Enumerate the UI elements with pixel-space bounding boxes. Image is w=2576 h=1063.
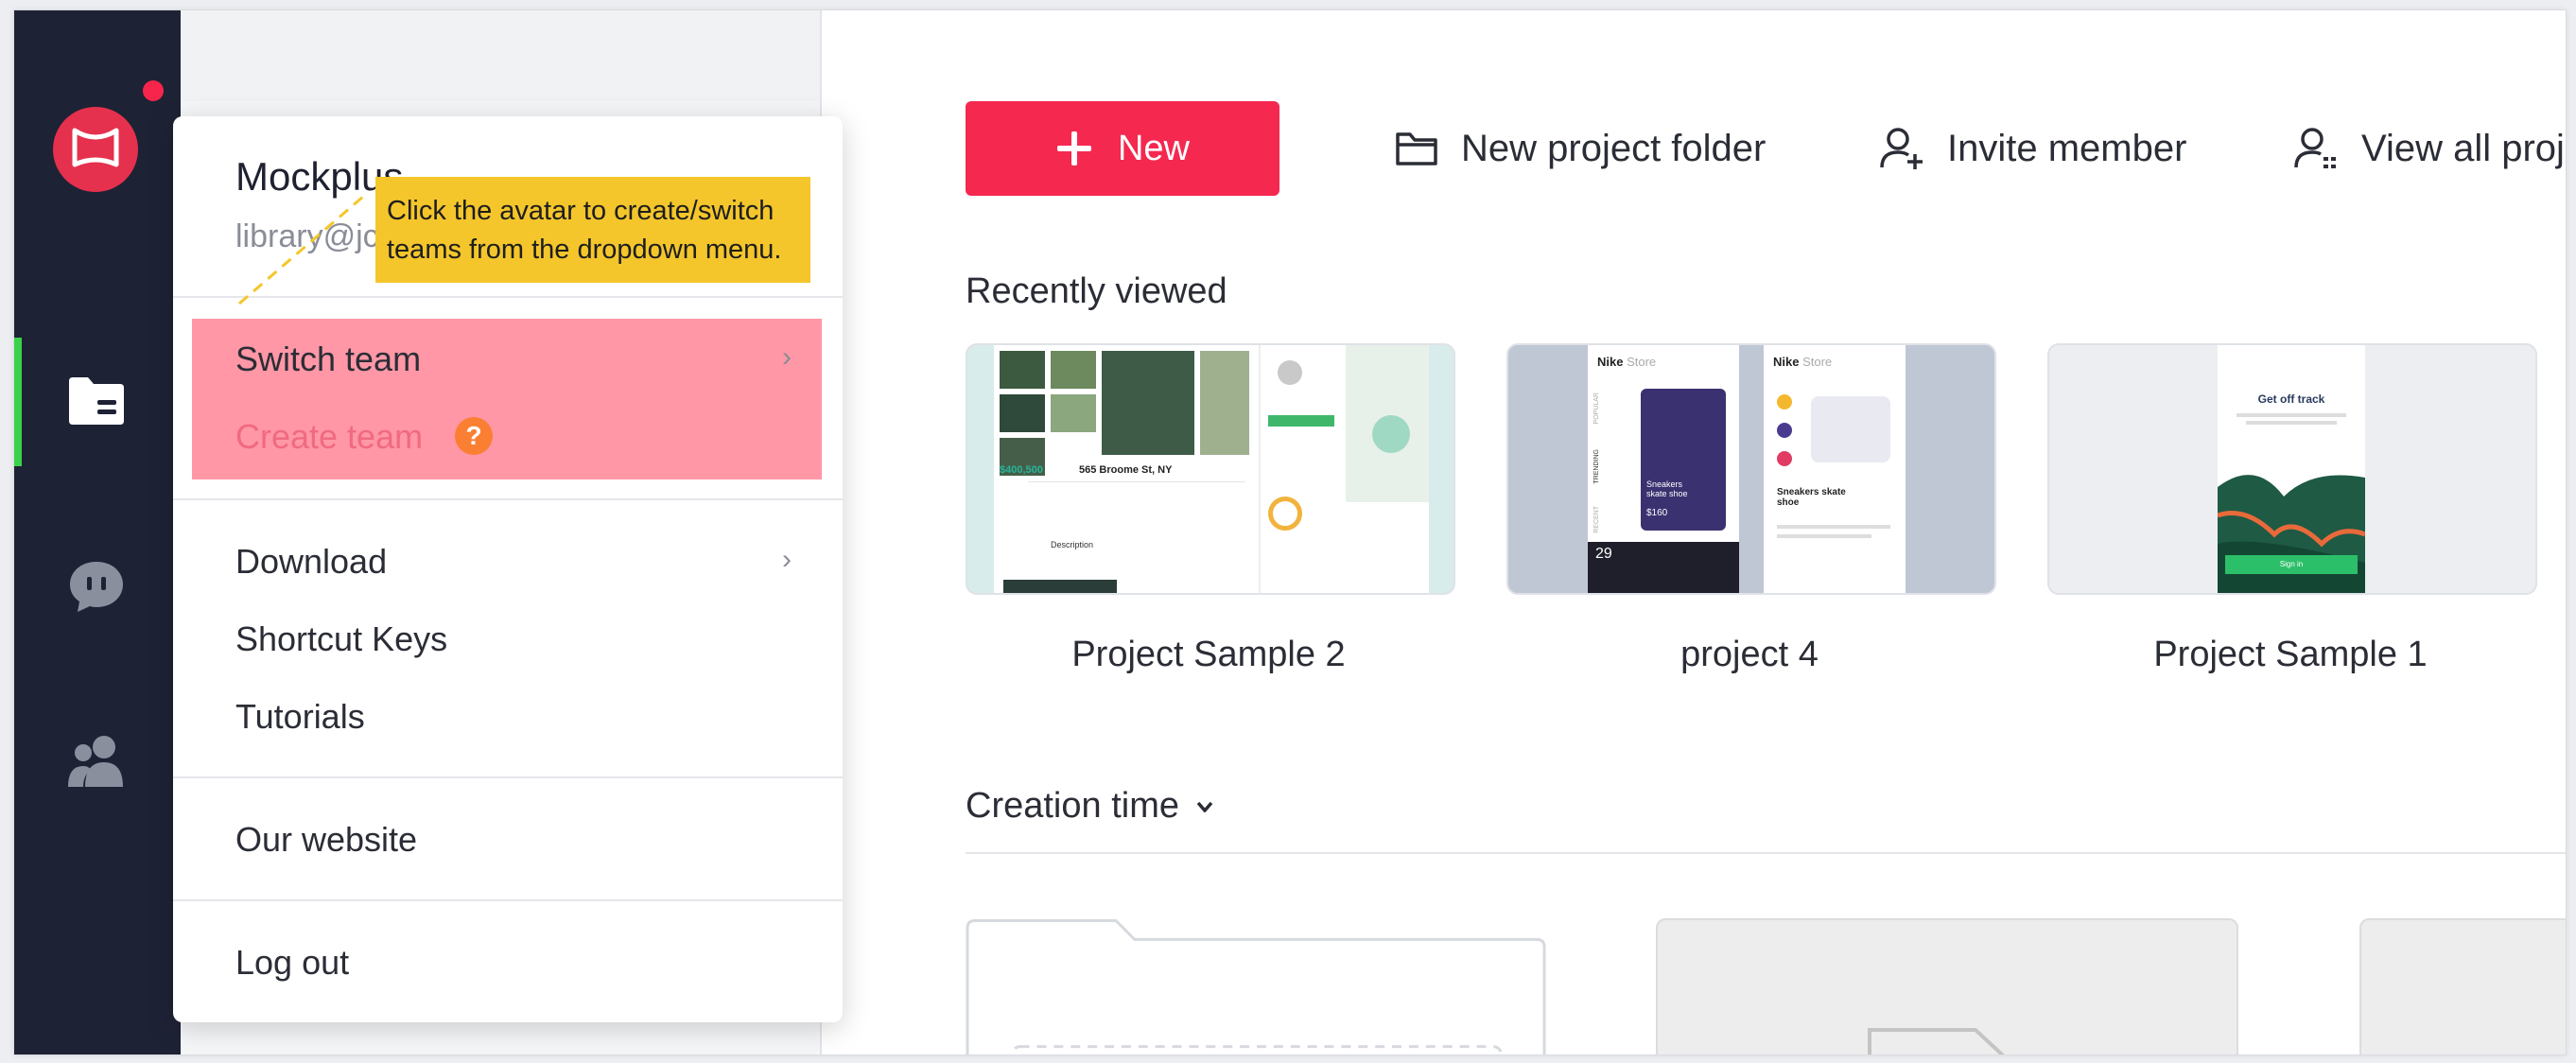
team-members-icon[interactable] <box>65 729 128 792</box>
new-project-folder-label: New project folder <box>1461 127 1767 169</box>
help-icon[interactable]: ? <box>455 417 493 455</box>
thumb-product-2: Sneakers skate shoe <box>1777 487 1846 508</box>
active-nav-indicator <box>14 338 22 466</box>
add-user-icon <box>1880 128 1923 169</box>
thumb-app-title: Get off track <box>2257 392 2325 406</box>
project-card-2[interactable]: Nike Store POPULAR TRENDING RECENT Sneak… <box>1506 343 1996 595</box>
project-card-1[interactable]: $400,500 565 Broome St, NY Description <box>966 343 1455 595</box>
view-all-projects-label: View all proje <box>2361 127 2567 169</box>
thumb-nike-store-2: Store <box>1802 355 1833 369</box>
plus-icon <box>1056 131 1091 166</box>
tooltip-line-2: teams from the dropdown menu. <box>387 235 782 265</box>
thumb-sign-in: Sign in <box>2225 555 2358 574</box>
recently-viewed-title: Recently viewed <box>966 271 1227 311</box>
view-all-projects-button[interactable]: View all proje <box>2293 122 2567 175</box>
chevron-right-icon: › <box>782 341 792 373</box>
new-button-label: New <box>1117 128 1191 168</box>
invite-member-label: Invite member <box>1947 127 2187 169</box>
log-out-item[interactable]: Log out <box>235 943 349 983</box>
folder-outline-icon <box>1396 132 1437 166</box>
thumb-nike-brand-2: Nike <box>1773 355 1800 369</box>
new-project-folder-button[interactable]: New project folder <box>1395 122 1766 175</box>
project-card-3[interactable]: Get off track Sign in <box>2047 343 2537 595</box>
menu-divider <box>173 498 843 500</box>
thumbnail-nike-list: Nike Store POPULAR TRENDING RECENT Sneak… <box>1588 345 1739 593</box>
thumb-nike-store: Store <box>1627 355 1657 369</box>
thumb-tab-trending: TRENDING <box>1593 449 1600 484</box>
menu-divider <box>173 776 843 778</box>
thumb-address: 565 Broome St, NY <box>1079 464 1173 476</box>
shortcut-keys-item[interactable]: Shortcut Keys <box>235 619 447 659</box>
file-placeholder-icon <box>1868 1028 2004 1054</box>
thumb-product-1: Sneakers skate shoe <box>1646 479 1688 498</box>
menu-divider <box>173 899 843 901</box>
sort-dropdown[interactable]: Creation time <box>966 786 1213 827</box>
switch-team-item[interactable]: Switch team <box>235 340 421 379</box>
invite-member-button[interactable]: Invite member <box>1879 122 2186 175</box>
tutorials-item[interactable]: Tutorials <box>235 697 365 737</box>
tooltip-line-1: Click the avatar to create/switch <box>387 196 775 226</box>
thumb-tab-popular: POPULAR <box>1593 392 1600 425</box>
app-window: New New project folder Invite member Vie… <box>13 9 2567 1055</box>
section-divider <box>966 852 2566 854</box>
project-folder-card[interactable] <box>966 918 1548 1055</box>
download-item[interactable]: Download <box>235 542 387 582</box>
thumb-nike-brand: Nike <box>1597 355 1624 369</box>
thumbnail-dashboard: $400,500 565 Broome St, NY Description <box>994 345 1429 593</box>
project-card-3-title: Project Sample 1 <box>2153 635 2428 674</box>
our-website-item[interactable]: Our website <box>235 820 417 860</box>
thumbnail-mobile-app: Get off track Sign in <box>2218 345 2365 593</box>
thumb-day: 29 <box>1595 546 1612 562</box>
chat-icon[interactable] <box>65 555 128 618</box>
folder-list-icon[interactable] <box>65 370 128 432</box>
project-card-placeholder-2[interactable] <box>2359 918 2566 1054</box>
sort-label: Creation time <box>966 786 1179 826</box>
caret-down-icon <box>1196 801 1213 812</box>
project-card-1-title: Project Sample 2 <box>1071 635 1346 674</box>
thumb-price-1: $160 <box>1646 508 1668 518</box>
new-button[interactable]: New <box>966 101 1279 196</box>
thumb-description: Description <box>1051 540 1094 549</box>
chevron-right-icon: › <box>782 544 792 575</box>
thumbnail-nike-detail: Nike Store Sneakers skate shoe <box>1764 345 1906 593</box>
create-team-item[interactable]: Create team <box>235 417 423 457</box>
thumb-price: $400,500 <box>1000 464 1043 476</box>
thumb-tab-recent: RECENT <box>1593 506 1600 533</box>
tooltip-connector <box>238 194 365 305</box>
project-card-2-title: project 4 <box>1680 635 1819 674</box>
project-card-placeholder[interactable] <box>1656 918 2238 1054</box>
user-list-icon <box>2294 128 2336 168</box>
onboarding-tooltip: Click the avatar to create/switch teams … <box>375 177 810 283</box>
